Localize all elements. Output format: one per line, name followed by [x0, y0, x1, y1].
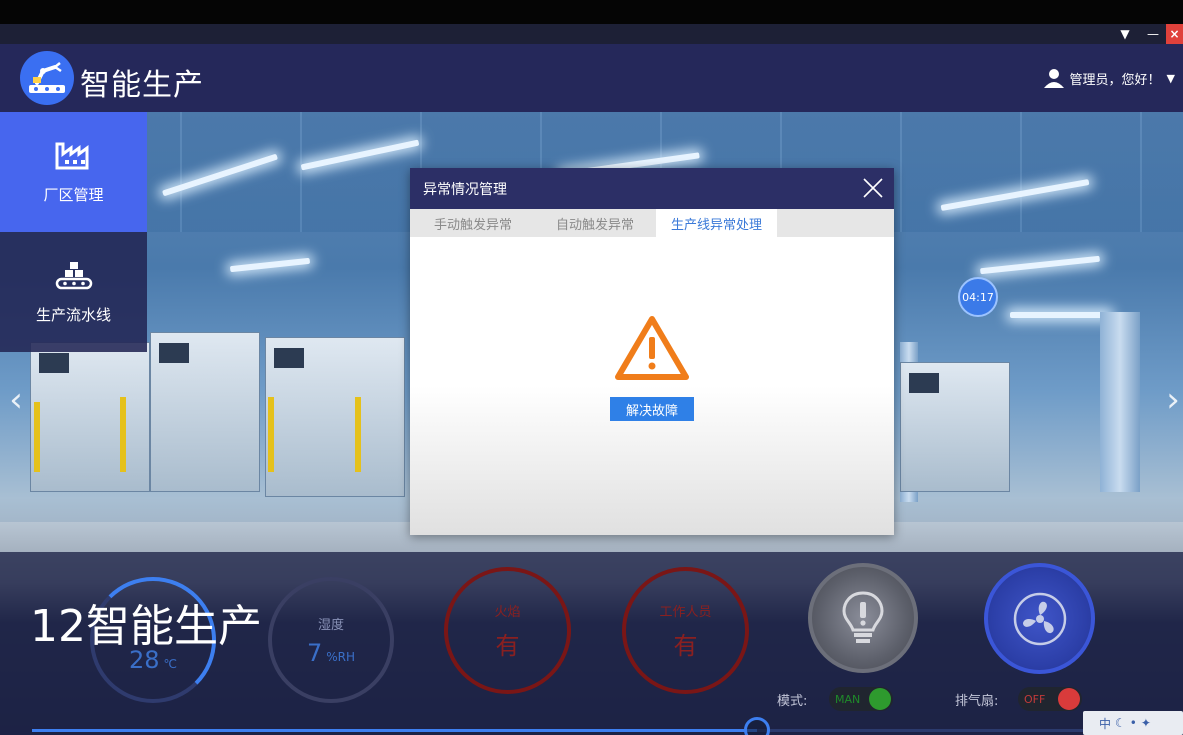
- dialog-title: 异常情况管理: [423, 181, 507, 198]
- conveyor-icon: [55, 261, 92, 289]
- tab-line-exception-handling[interactable]: 生产线异常处理: [656, 209, 778, 237]
- machine: [150, 332, 260, 492]
- dashboard-title: 12智能生产: [30, 601, 262, 652]
- machine: [900, 362, 1010, 492]
- resolve-fault-button[interactable]: 解决故障: [610, 397, 694, 421]
- exhaust-fan-toggle[interactable]: OFF: [1018, 687, 1082, 711]
- yellow-post: [34, 402, 40, 472]
- yellow-post: [268, 397, 274, 472]
- toggle-knob: [1058, 688, 1080, 710]
- warning-icon: [615, 316, 689, 380]
- app-title: 智能生产: [80, 68, 204, 103]
- punctuation-icon: •: [1129, 716, 1137, 730]
- window-dropdown-button[interactable]: ▼: [1114, 24, 1136, 44]
- app-header: 智能生产 管理员，您好！ ▼: [0, 44, 1183, 112]
- temperature-unit: ℃: [163, 657, 178, 671]
- ceiling-light: [980, 255, 1100, 275]
- robot-arm-logo-icon: [20, 51, 74, 105]
- timestamp-bubble: 04:17: [958, 277, 998, 317]
- dialog-title-bar: 异常情况管理: [410, 168, 894, 209]
- window-chrome: ▼ — ×: [0, 24, 1183, 44]
- exception-management-dialog: 异常情况管理 手动触发异常 自动触发异常 生产线异常处理 解决故障: [410, 168, 894, 535]
- yellow-post: [120, 397, 126, 472]
- staff-label: 工作人员: [659, 604, 712, 620]
- ime-language-label: 中: [1099, 716, 1112, 731]
- pillar: [1100, 312, 1140, 492]
- user-greeting: 管理员，您好！: [1069, 72, 1161, 88]
- carousel-prev-button[interactable]: ‹: [6, 380, 26, 420]
- humidity-gauge: 湿度 7 %RH: [268, 577, 394, 703]
- machine: [265, 337, 405, 497]
- ceiling-light: [1010, 312, 1110, 318]
- humidity-unit: %RH: [326, 649, 356, 664]
- humidity-value: 7: [306, 638, 323, 667]
- lightbulb-alert-icon[interactable]: [808, 563, 918, 673]
- chevron-down-icon: ▼: [1166, 71, 1175, 85]
- sidebar-item-label: 厂区管理: [43, 185, 104, 204]
- machine: [30, 342, 150, 492]
- yellow-post: [355, 397, 361, 472]
- settings-icon: ✦: [1140, 716, 1151, 730]
- playback-progress-bar[interactable]: [32, 717, 1183, 735]
- window-minimize-button[interactable]: —: [1142, 24, 1164, 44]
- dialog-body: 解决故障: [410, 237, 894, 535]
- sidebar: 厂区管理 生产流水线: [0, 112, 147, 352]
- fire-gauge: 火焰 有: [444, 567, 571, 694]
- top-black-strip: [0, 0, 1183, 24]
- ime-toolbar[interactable]: 中 ☾ • ✦: [1083, 711, 1183, 735]
- factory-icon: [55, 142, 88, 169]
- fan-icon[interactable]: [984, 563, 1095, 674]
- exhaust-fan-label: 排气扇:: [955, 694, 999, 709]
- moon-icon: ☾: [1115, 716, 1126, 730]
- mode-label: 模式:: [777, 694, 808, 709]
- mode-toggle[interactable]: MAN: [829, 687, 893, 711]
- tab-manual-trigger[interactable]: 手动触发异常: [412, 209, 534, 237]
- staff-value: 有: [673, 631, 698, 660]
- humidity-label: 湿度: [317, 617, 344, 633]
- close-icon[interactable]: [862, 177, 884, 199]
- staff-gauge: 工作人员 有: [622, 567, 749, 694]
- toggle-knob: [869, 688, 891, 710]
- user-menu[interactable]: 管理员，您好！ ▼: [1043, 68, 1175, 88]
- tab-auto-trigger[interactable]: 自动触发异常: [534, 209, 656, 237]
- carousel-next-button[interactable]: ›: [1163, 380, 1183, 420]
- sidebar-item-label: 生产流水线: [35, 305, 111, 324]
- window-close-button[interactable]: ×: [1166, 24, 1183, 44]
- progress-fill: [32, 729, 758, 732]
- mode-value: MAN: [835, 692, 861, 706]
- exhaust-fan-value: OFF: [1024, 692, 1046, 706]
- dialog-tabs: 手动触发异常 自动触发异常 生产线异常处理: [410, 209, 894, 237]
- sidebar-item-factory-management[interactable]: 厂区管理: [0, 112, 147, 232]
- ceiling-light: [229, 257, 311, 273]
- user-icon: [1043, 69, 1064, 88]
- fire-label: 火焰: [494, 604, 521, 620]
- fire-value: 有: [495, 631, 520, 660]
- sidebar-item-production-line[interactable]: 生产流水线: [0, 232, 147, 352]
